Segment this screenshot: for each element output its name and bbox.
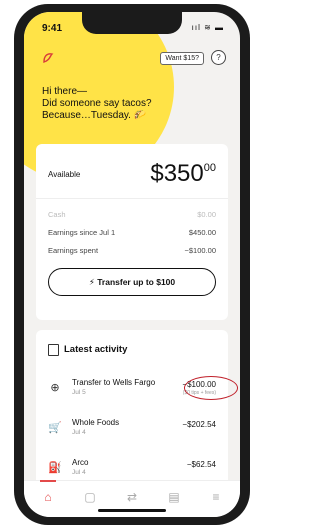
- greeting-line: Hi there—: [42, 86, 88, 97]
- activity-title: Latest activity: [64, 344, 128, 355]
- gas-icon: ⛽: [48, 462, 62, 474]
- row-value: $0.00: [197, 210, 216, 219]
- divider: [36, 198, 228, 199]
- activity-name: Whole Foods: [72, 418, 120, 427]
- row-label: Earnings spent: [48, 246, 99, 255]
- activity-amount: −$62.54: [186, 460, 216, 469]
- card-icon[interactable]: ▢: [82, 489, 98, 505]
- balance-amount: $35000: [150, 160, 216, 188]
- activity-name: Transfer to Wells Fargo: [72, 378, 156, 387]
- status-icons: ııl ≋ ▬: [191, 23, 224, 32]
- home-indicator: [98, 509, 166, 512]
- row-label: Earnings since Jul 1: [48, 228, 116, 237]
- nav-active-indicator: [40, 480, 56, 482]
- cart-icon: 🛒: [48, 422, 62, 434]
- transfer-icon: ⊕: [50, 382, 60, 394]
- want-money-button[interactable]: Want $15?: [160, 52, 204, 65]
- logo-icon: [43, 53, 54, 63]
- row-value: $450.00: [188, 228, 216, 237]
- balance-dollars: $350: [150, 160, 204, 187]
- activity-date: Jul 4: [72, 429, 86, 436]
- activity-name: Arco: [72, 458, 89, 467]
- home-icon[interactable]: ⌂: [40, 489, 56, 505]
- activity-date: Jul 5: [72, 389, 86, 396]
- activity-date: Jul 4: [72, 469, 86, 476]
- greeting-message: Hi there— Did someone say tacos? Because…: [42, 86, 152, 122]
- highlight-annotation: [184, 376, 238, 400]
- transfer-arrows-icon[interactable]: ⇄: [124, 489, 140, 505]
- greeting-line: Did someone say tacos?: [42, 98, 152, 109]
- transfer-button[interactable]: ⚡ Transfer up to $100: [48, 268, 216, 296]
- activity-card: Latest activity ⊕ Transfer to Wells Farg…: [36, 330, 238, 495]
- app-screen: 9:41 ııl ≋ ▬ Want $15? ? Hi there— Did s…: [24, 12, 240, 517]
- list-icon: [48, 344, 59, 356]
- menu-icon[interactable]: ≡: [208, 489, 224, 505]
- available-label: Available: [48, 170, 81, 179]
- document-icon[interactable]: ▤: [166, 489, 182, 505]
- row-value: −$100.00: [184, 246, 217, 255]
- balance-card: Available $35000 Cash $0.00 Earnings sin…: [36, 144, 228, 320]
- balance-cents: 00: [203, 162, 216, 174]
- activity-amount: −$202.54: [182, 420, 216, 429]
- status-time: 9:41: [42, 23, 63, 34]
- help-icon[interactable]: ?: [211, 50, 226, 65]
- bottom-nav: ⌂ ▢ ⇄ ▤ ≡: [24, 480, 240, 517]
- row-label: Cash: [48, 210, 66, 219]
- phone-frame: 9:41 ııl ≋ ▬ Want $15? ? Hi there— Did s…: [14, 4, 250, 525]
- greeting-line: Because…Tuesday. 🌮: [42, 110, 147, 121]
- phone-notch: [82, 12, 182, 34]
- activity-item[interactable]: 🛒 Whole Foods Jul 4 −$202.54: [48, 418, 216, 446]
